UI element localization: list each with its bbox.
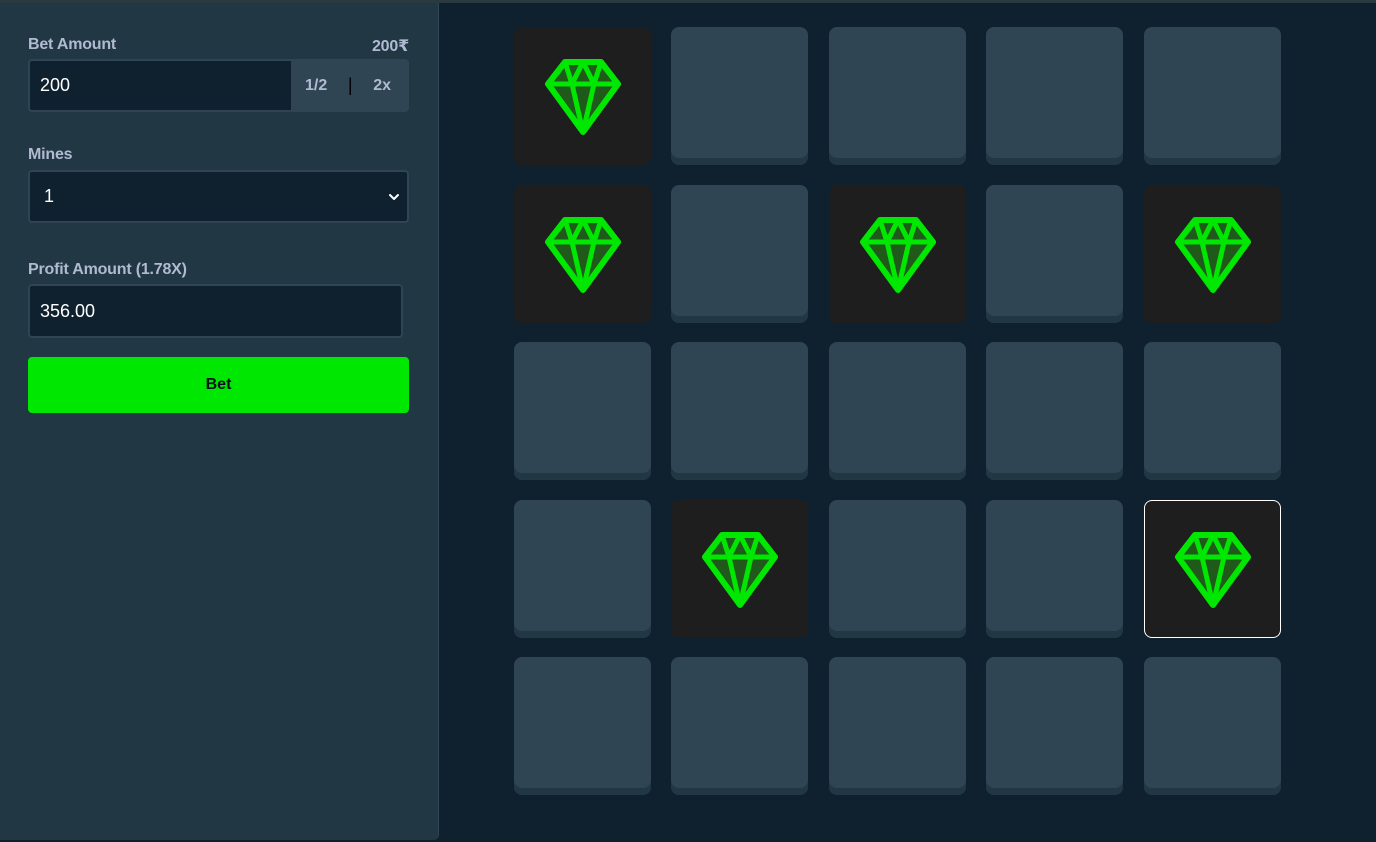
hidden-tile[interactable] [671,185,808,323]
mines-label: Mines [28,146,73,163]
revealed-gem-tile[interactable] [514,185,651,323]
revealed-gem-tile[interactable] [514,27,651,165]
revealed-gem-tile[interactable] [671,500,808,638]
hidden-tile[interactable] [514,500,651,638]
gem-icon [544,59,621,135]
hidden-tile[interactable] [1144,657,1281,795]
hidden-tile[interactable] [1144,342,1281,480]
gem-icon [544,217,621,293]
bet-amount-label-row: Bet Amount 200₹ [28,36,409,56]
hidden-tile[interactable] [671,27,808,165]
revealed-gem-tile[interactable] [1144,500,1281,638]
hidden-tile[interactable] [986,342,1123,480]
hidden-tile[interactable] [829,500,966,638]
gem-icon [859,217,936,293]
hidden-tile[interactable] [671,657,808,795]
hidden-tile[interactable] [671,342,808,480]
mines-selected-value: 1 [44,186,55,206]
mines-select[interactable]: 1 [28,170,409,223]
hidden-tile[interactable] [514,657,651,795]
revealed-gem-tile[interactable] [1144,185,1281,323]
hidden-tile[interactable] [514,342,651,480]
bet-button[interactable]: Bet [28,357,409,413]
profit-amount-field: 356.00 [28,284,403,338]
bet-amount-value[interactable]: 200 [30,61,291,110]
balance-display: 200₹ [371,38,409,55]
bet-amount-label: Bet Amount [28,36,117,53]
bet-amount-input[interactable]: 200 1/2 | 2x [28,59,409,112]
profit-label-row: Profit Amount (1.78X) [28,261,409,279]
gem-icon [1174,217,1251,293]
hidden-tile[interactable] [1144,27,1281,165]
profit-amount-label: Profit Amount (1.78X) [28,261,187,278]
gem-icon [1174,532,1251,608]
double-bet-button[interactable]: 2x [373,77,391,95]
chevron-down-icon [389,193,399,200]
bet-modifiers: 1/2 | 2x [291,61,407,110]
revealed-gem-tile[interactable] [829,185,966,323]
half-bet-button[interactable]: 1/2 [305,77,327,95]
mines-game-app: Bet Amount 200₹ 200 1/2 | 2x Mines 1 Pro… [0,0,1376,842]
mines-label-row: Mines [28,146,409,164]
bet-sidebar: Bet Amount 200₹ 200 1/2 | 2x Mines 1 Pro… [0,3,439,840]
gem-icon [701,532,778,608]
hidden-tile[interactable] [986,185,1123,323]
hidden-tile[interactable] [829,27,966,165]
hidden-tile[interactable] [829,657,966,795]
hidden-tile[interactable] [829,342,966,480]
hidden-tile[interactable] [986,500,1123,638]
hidden-tile[interactable] [986,27,1123,165]
hidden-tile[interactable] [986,657,1123,795]
modifier-divider: | [347,75,353,95]
